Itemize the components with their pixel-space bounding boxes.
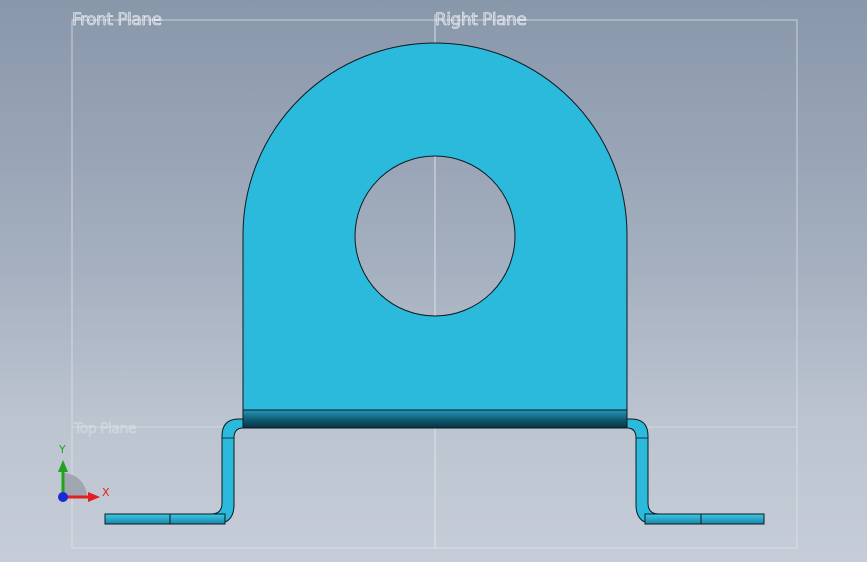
triad-quadrant — [63, 473, 87, 497]
left-flange[interactable] — [104, 513, 226, 525]
x-axis-label: X — [102, 486, 110, 499]
z-axis-dot — [58, 492, 68, 502]
model-scene[interactable] — [0, 0, 867, 562]
y-axis-arrow-head — [58, 460, 68, 472]
graphics-viewport[interactable]: Front Plane Right Plane Top Plane Y X — [0, 0, 867, 562]
right-leg[interactable] — [626, 418, 765, 525]
right-flange[interactable] — [644, 513, 765, 525]
right-plane-label[interactable]: Right Plane — [435, 10, 527, 31]
bend-band[interactable] — [242, 409, 628, 429]
x-axis-arrow-head — [88, 492, 100, 502]
coordinate-triad[interactable] — [58, 460, 100, 502]
y-axis-label: Y — [59, 443, 66, 456]
top-plane-label[interactable]: Top Plane — [74, 421, 137, 438]
front-plane-label[interactable]: Front Plane — [72, 10, 163, 31]
